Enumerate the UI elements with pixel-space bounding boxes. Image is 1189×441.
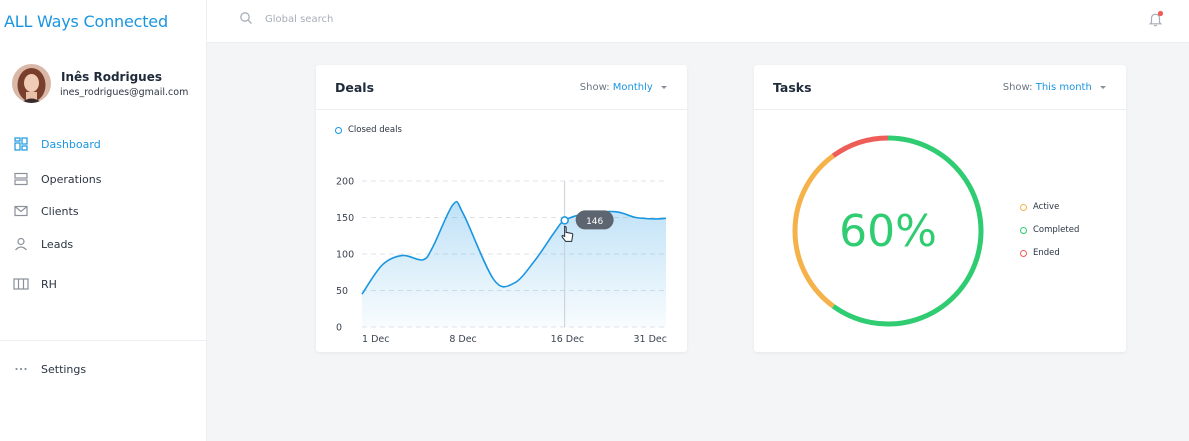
sidebar-item-label: Settings xyxy=(41,362,87,376)
bell-icon xyxy=(1148,10,1164,27)
sidebar-item-rh[interactable]: RH xyxy=(13,276,57,292)
legend-marker xyxy=(1020,249,1027,257)
legend-item-active: Active xyxy=(1020,202,1059,212)
tasks-period-dropdown[interactable]: Show: This month xyxy=(1003,82,1106,93)
show-value: This month xyxy=(1035,82,1092,93)
y-tick-label: 200 xyxy=(336,177,354,188)
x-tick-label: 31 Dec xyxy=(634,334,668,345)
legend-label: Completed xyxy=(1033,225,1080,235)
sidebar-item-label: Leads xyxy=(41,237,74,251)
user-name: Inês Rodrigues xyxy=(61,69,162,84)
x-tick-label: 8 Dec xyxy=(449,334,476,345)
legend-item-completed: Completed xyxy=(1020,225,1079,235)
show-label: Show: xyxy=(579,82,610,93)
sidebar-item-label: Dashboard xyxy=(41,137,101,151)
operations-icon xyxy=(13,171,29,187)
sidebar-item-leads[interactable]: Leads xyxy=(13,236,73,252)
global-search[interactable] xyxy=(239,10,465,29)
avatar-image xyxy=(12,64,51,103)
y-tick-label: 50 xyxy=(336,286,348,297)
dashboard-icon xyxy=(13,136,29,152)
legend-marker xyxy=(1020,203,1027,211)
chevron-down-icon xyxy=(661,85,667,89)
sidebar-item-label: RH xyxy=(41,277,57,291)
show-value: Monthly xyxy=(612,82,653,93)
deals-card: Deals Show: Monthly Closed deals 0 50 100 1… xyxy=(316,65,687,352)
sidebar-item-clients[interactable]: Clients xyxy=(13,203,79,219)
columns-icon xyxy=(13,276,29,292)
x-tick-label: 16 Dec xyxy=(551,334,585,345)
more-icon xyxy=(13,361,29,377)
sidebar-item-settings[interactable]: Settings xyxy=(13,361,86,377)
legend-marker xyxy=(1020,226,1027,234)
y-tick-label: 150 xyxy=(336,213,354,224)
tasks-card: Tasks Show: This month 60% Active Comple… xyxy=(754,65,1126,352)
brand-logo[interactable]: ALL Ways Connected xyxy=(4,12,168,31)
deals-period-dropdown[interactable]: Show: Monthly xyxy=(580,82,667,93)
show-label: Show: xyxy=(1002,82,1033,93)
legend-item-ended: Ended xyxy=(1020,248,1060,258)
card-title: Deals xyxy=(335,80,375,95)
deals-chart[interactable]: 0 50 100 150 200 1 Dec 8 Dec 16 Dec 31 Dec 146 xyxy=(316,110,687,352)
highlight-point xyxy=(560,216,569,225)
y-tick-label: 0 xyxy=(336,323,342,334)
chevron-down-icon xyxy=(1100,85,1106,89)
tasks-percent: 60% xyxy=(839,205,937,257)
sidebar-item-operations[interactable]: Operations xyxy=(13,171,101,187)
user-email: ines_rodrigues@gmail.com xyxy=(60,86,189,98)
y-tick-label: 100 xyxy=(336,250,354,261)
sidebar-item-label: Clients xyxy=(41,204,79,218)
tooltip-value: 146 xyxy=(586,217,603,227)
sidebar-item-dashboard[interactable]: Dashboard xyxy=(13,136,101,152)
legend-label: Ended xyxy=(1033,248,1060,258)
legend-label: Active xyxy=(1033,202,1060,212)
search-icon xyxy=(239,10,253,29)
sidebar-item-label: Operations xyxy=(41,172,102,186)
topbar xyxy=(207,0,1189,43)
card-title: Tasks xyxy=(773,80,812,95)
notifications-button[interactable] xyxy=(1147,10,1165,28)
sidebar: ALL Ways Connected Inês Rodrigues ines_r… xyxy=(0,0,207,441)
series-area xyxy=(362,201,666,327)
notification-badge xyxy=(1157,10,1164,17)
user-icon xyxy=(13,236,29,252)
mail-icon xyxy=(13,203,29,219)
sidebar-divider xyxy=(0,340,206,341)
value-tooltip: 146 xyxy=(575,210,614,230)
avatar[interactable] xyxy=(12,64,51,103)
x-tick-label: 1 Dec xyxy=(362,334,389,345)
user-profile[interactable]: Inês Rodrigues ines_rodrigues@gmail.com xyxy=(12,64,188,103)
search-input[interactable] xyxy=(265,14,465,25)
